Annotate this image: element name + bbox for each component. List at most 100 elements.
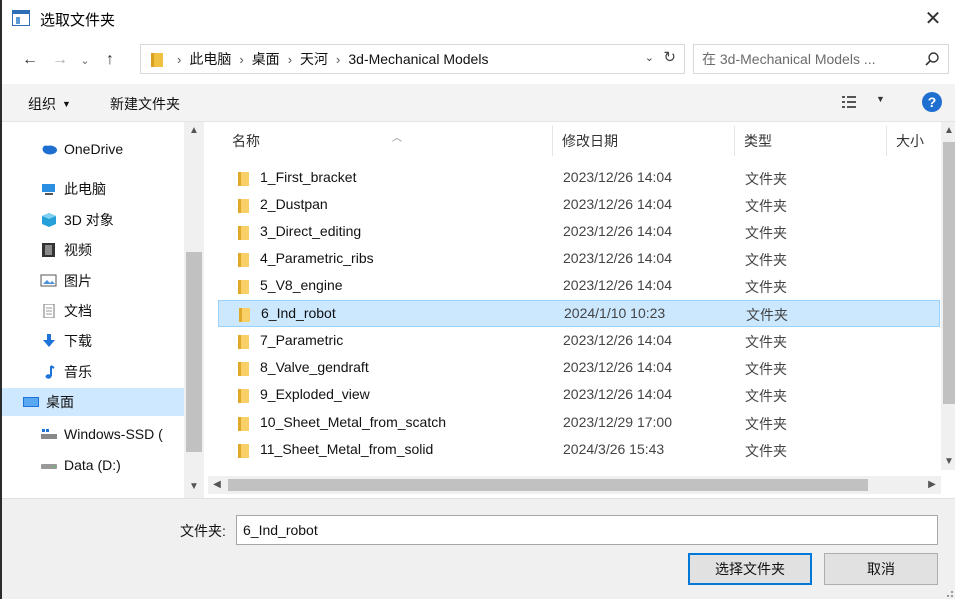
scrollbar-thumb[interactable]	[943, 142, 955, 404]
sort-ascending-icon: ︿	[392, 133, 402, 144]
file-row[interactable]: 11_Sheet_Metal_from_solid 2024/3/26 15:4…	[218, 437, 940, 464]
breadcrumb-separator[interactable]: ›	[288, 52, 292, 67]
sidebar-item-pictures[interactable]: 图片	[2, 267, 184, 295]
sidebar-item-onedrive[interactable]: OneDrive	[2, 135, 184, 163]
file-name: 6_Ind_robot	[261, 305, 336, 321]
folder-field-label: 文件夹:	[180, 523, 226, 539]
search-icon[interactable]	[924, 51, 940, 67]
file-date: 2023/12/26 14:04	[563, 169, 672, 185]
column-header-size[interactable]: 大小	[888, 122, 948, 160]
file-row[interactable]: 3_Direct_editing 2023/12/26 14:04 文件夹	[218, 219, 940, 246]
address-bar[interactable]: › 此电脑 › 桌面 › 天河 › 3d-Mechanical Models ⌄…	[140, 44, 685, 74]
breadcrumb-separator[interactable]: ›	[336, 52, 340, 67]
refresh-button[interactable]: ↻	[663, 48, 676, 66]
cancel-button[interactable]: 取消	[824, 553, 938, 585]
file-row[interactable]: 10_Sheet_Metal_from_scatch 2023/12/29 17…	[218, 410, 940, 437]
sidebar-item-documents[interactable]: 文档	[2, 297, 184, 325]
new-folder-button[interactable]: 新建文件夹	[110, 94, 180, 114]
file-date: 2023/12/26 14:04	[563, 332, 672, 348]
chevron-up-icon[interactable]: ▲	[941, 122, 955, 140]
details-view-icon	[842, 96, 856, 108]
breadcrumb-separator: ›	[177, 51, 182, 67]
sidebar-item-videos[interactable]: 视频	[2, 236, 184, 264]
folder-icon	[238, 389, 249, 403]
scrollbar-thumb[interactable]	[228, 479, 868, 491]
sidebar-item-label: 下载	[64, 333, 92, 349]
breadcrumb-separator[interactable]: ›	[239, 52, 243, 67]
file-row[interactable]: 9_Exploded_view 2023/12/26 14:04 文件夹	[218, 382, 940, 409]
scrollbar-thumb[interactable]	[186, 252, 202, 452]
organize-label: 组织	[28, 96, 56, 112]
file-name: 1_First_bracket	[260, 169, 357, 185]
chevron-left-icon[interactable]: ◀	[208, 476, 226, 494]
file-row[interactable]: 8_Valve_gendraft 2023/12/26 14:04 文件夹	[218, 355, 940, 382]
sidebar-item-downloads[interactable]: 下载	[2, 327, 184, 355]
breadcrumb-3d-mechanical-models[interactable]: 3d-Mechanical Models	[348, 51, 488, 67]
sidebar-item-desktop[interactable]: 桌面	[2, 388, 184, 416]
file-list-vertical-scrollbar[interactable]: ▲ ▼	[941, 122, 955, 470]
folder-icon	[238, 444, 249, 458]
select-folder-button[interactable]: 选择文件夹	[688, 553, 812, 585]
sidebar-item-data-d[interactable]: Data (D:)	[2, 451, 184, 479]
computer-icon	[42, 184, 55, 195]
column-divider[interactable]	[886, 126, 887, 156]
file-type: 文件夹	[745, 198, 787, 214]
file-type: 文件夹	[745, 171, 787, 187]
chevron-down-icon[interactable]: ▼	[184, 478, 204, 496]
file-list: 名称 ︿ 修改日期 类型 大小 1_First_bracket 2023/12/…	[208, 122, 955, 498]
file-list-horizontal-scrollbar[interactable]: ◀ ▶	[208, 476, 941, 494]
breadcrumb: › 此电脑 › 桌面 › 天河 › 3d-Mechanical Models	[169, 45, 488, 73]
breadcrumb-desktop[interactable]: 桌面	[252, 49, 280, 69]
column-divider[interactable]	[734, 126, 735, 156]
chevron-down-icon[interactable]: ▼	[941, 454, 955, 470]
navigation-pane-scrollbar[interactable]: ▲ ▼	[184, 122, 204, 498]
file-row[interactable]: 5_V8_engine 2023/12/26 14:04 文件夹	[218, 273, 940, 300]
change-view-button[interactable]: ▼	[842, 94, 886, 112]
window-title: 选取文件夹	[40, 12, 116, 29]
folder-name-input[interactable]	[236, 515, 938, 545]
drive-icon	[41, 464, 57, 469]
organize-menu[interactable]: 组织 ▼	[28, 94, 71, 114]
file-type: 文件夹	[745, 361, 787, 377]
sidebar-item-label: 此电脑	[64, 181, 106, 197]
file-date: 2023/12/26 14:04	[563, 223, 672, 239]
file-row[interactable]: 1_First_bracket 2023/12/26 14:04 文件夹	[218, 165, 940, 192]
column-header-name[interactable]: 名称 ︿	[224, 122, 552, 160]
folder-picker-dialog: 选取文件夹 ✕ ← → ⌄ ↑ › 此电脑 › 桌面 › 天河 › 3d-Mec…	[0, 0, 955, 599]
chevron-up-icon[interactable]: ▲	[184, 122, 204, 140]
address-history-button[interactable]: ⌄	[645, 51, 654, 64]
sidebar-item-this-pc[interactable]: 此电脑	[2, 175, 184, 203]
column-header-type[interactable]: 类型	[736, 122, 886, 160]
file-date: 2023/12/29 17:00	[563, 414, 672, 430]
up-button[interactable]: ↑	[98, 48, 122, 72]
video-icon	[42, 243, 55, 257]
file-row-selected[interactable]: 6_Ind_robot 2024/1/10 10:23 文件夹	[218, 300, 940, 327]
file-row[interactable]: 7_Parametric 2023/12/26 14:04 文件夹	[218, 328, 940, 355]
chevron-right-icon[interactable]: ▶	[923, 476, 941, 494]
sidebar-item-windows-ssd[interactable]: Windows-SSD (	[2, 420, 184, 448]
folder-icon	[238, 199, 249, 213]
file-date: 2023/12/26 14:04	[563, 196, 672, 212]
search-input[interactable]	[702, 49, 912, 69]
folder-icon	[238, 226, 249, 240]
sidebar-item-music[interactable]: 音乐	[2, 358, 184, 386]
folder-icon	[238, 335, 249, 349]
close-button[interactable]: ✕	[917, 4, 949, 34]
column-header-date[interactable]: 修改日期	[554, 122, 734, 160]
column-divider[interactable]	[552, 126, 553, 156]
breadcrumb-tianhe[interactable]: 天河	[300, 49, 328, 69]
sidebar-item-label: OneDrive	[64, 141, 124, 157]
resize-grip-icon[interactable]	[943, 587, 953, 597]
back-button[interactable]: ←	[18, 48, 42, 72]
file-type: 文件夹	[746, 307, 788, 323]
download-icon	[43, 334, 55, 347]
help-icon[interactable]: ?	[922, 92, 942, 112]
forward-button[interactable]: →	[48, 48, 72, 72]
recent-locations-button[interactable]: ⌄	[76, 49, 94, 73]
breadcrumb-this-pc[interactable]: 此电脑	[189, 49, 231, 69]
search-box[interactable]	[693, 44, 949, 74]
file-row[interactable]: 2_Dustpan 2023/12/26 14:04 文件夹	[218, 192, 940, 219]
sidebar-item-3d-objects[interactable]: 3D 对象	[2, 206, 184, 234]
file-name: 3_Direct_editing	[260, 223, 362, 239]
file-row[interactable]: 4_Parametric_ribs 2023/12/26 14:04 文件夹	[218, 246, 940, 273]
